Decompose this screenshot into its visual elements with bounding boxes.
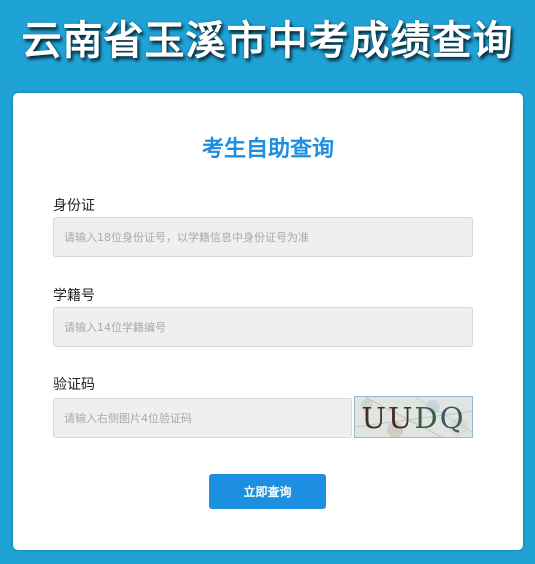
student-id-label: 学籍号 (53, 288, 95, 304)
captcha-char: Q (439, 401, 466, 435)
captcha-char: D (414, 401, 440, 435)
query-card: 考生自助查询 身份证 学籍号 验证码 UUDQ 立即查询 (13, 93, 523, 550)
id-card-input[interactable] (53, 217, 473, 257)
student-id-input[interactable] (53, 307, 473, 347)
captcha-char: U (361, 401, 388, 435)
captcha-char: U (387, 401, 415, 435)
id-card-label: 身份证 (53, 198, 95, 214)
captcha-label: 验证码 (53, 377, 95, 393)
submit-query-button[interactable]: 立即查询 (209, 474, 326, 509)
captcha-image[interactable]: UUDQ (354, 396, 473, 438)
page-title: 云南省玉溪市中考成绩查询 (21, 18, 514, 64)
captcha-input[interactable] (53, 398, 352, 438)
card-title: 考生自助查询 (201, 137, 334, 162)
captcha-text: UUDQ (355, 401, 472, 435)
